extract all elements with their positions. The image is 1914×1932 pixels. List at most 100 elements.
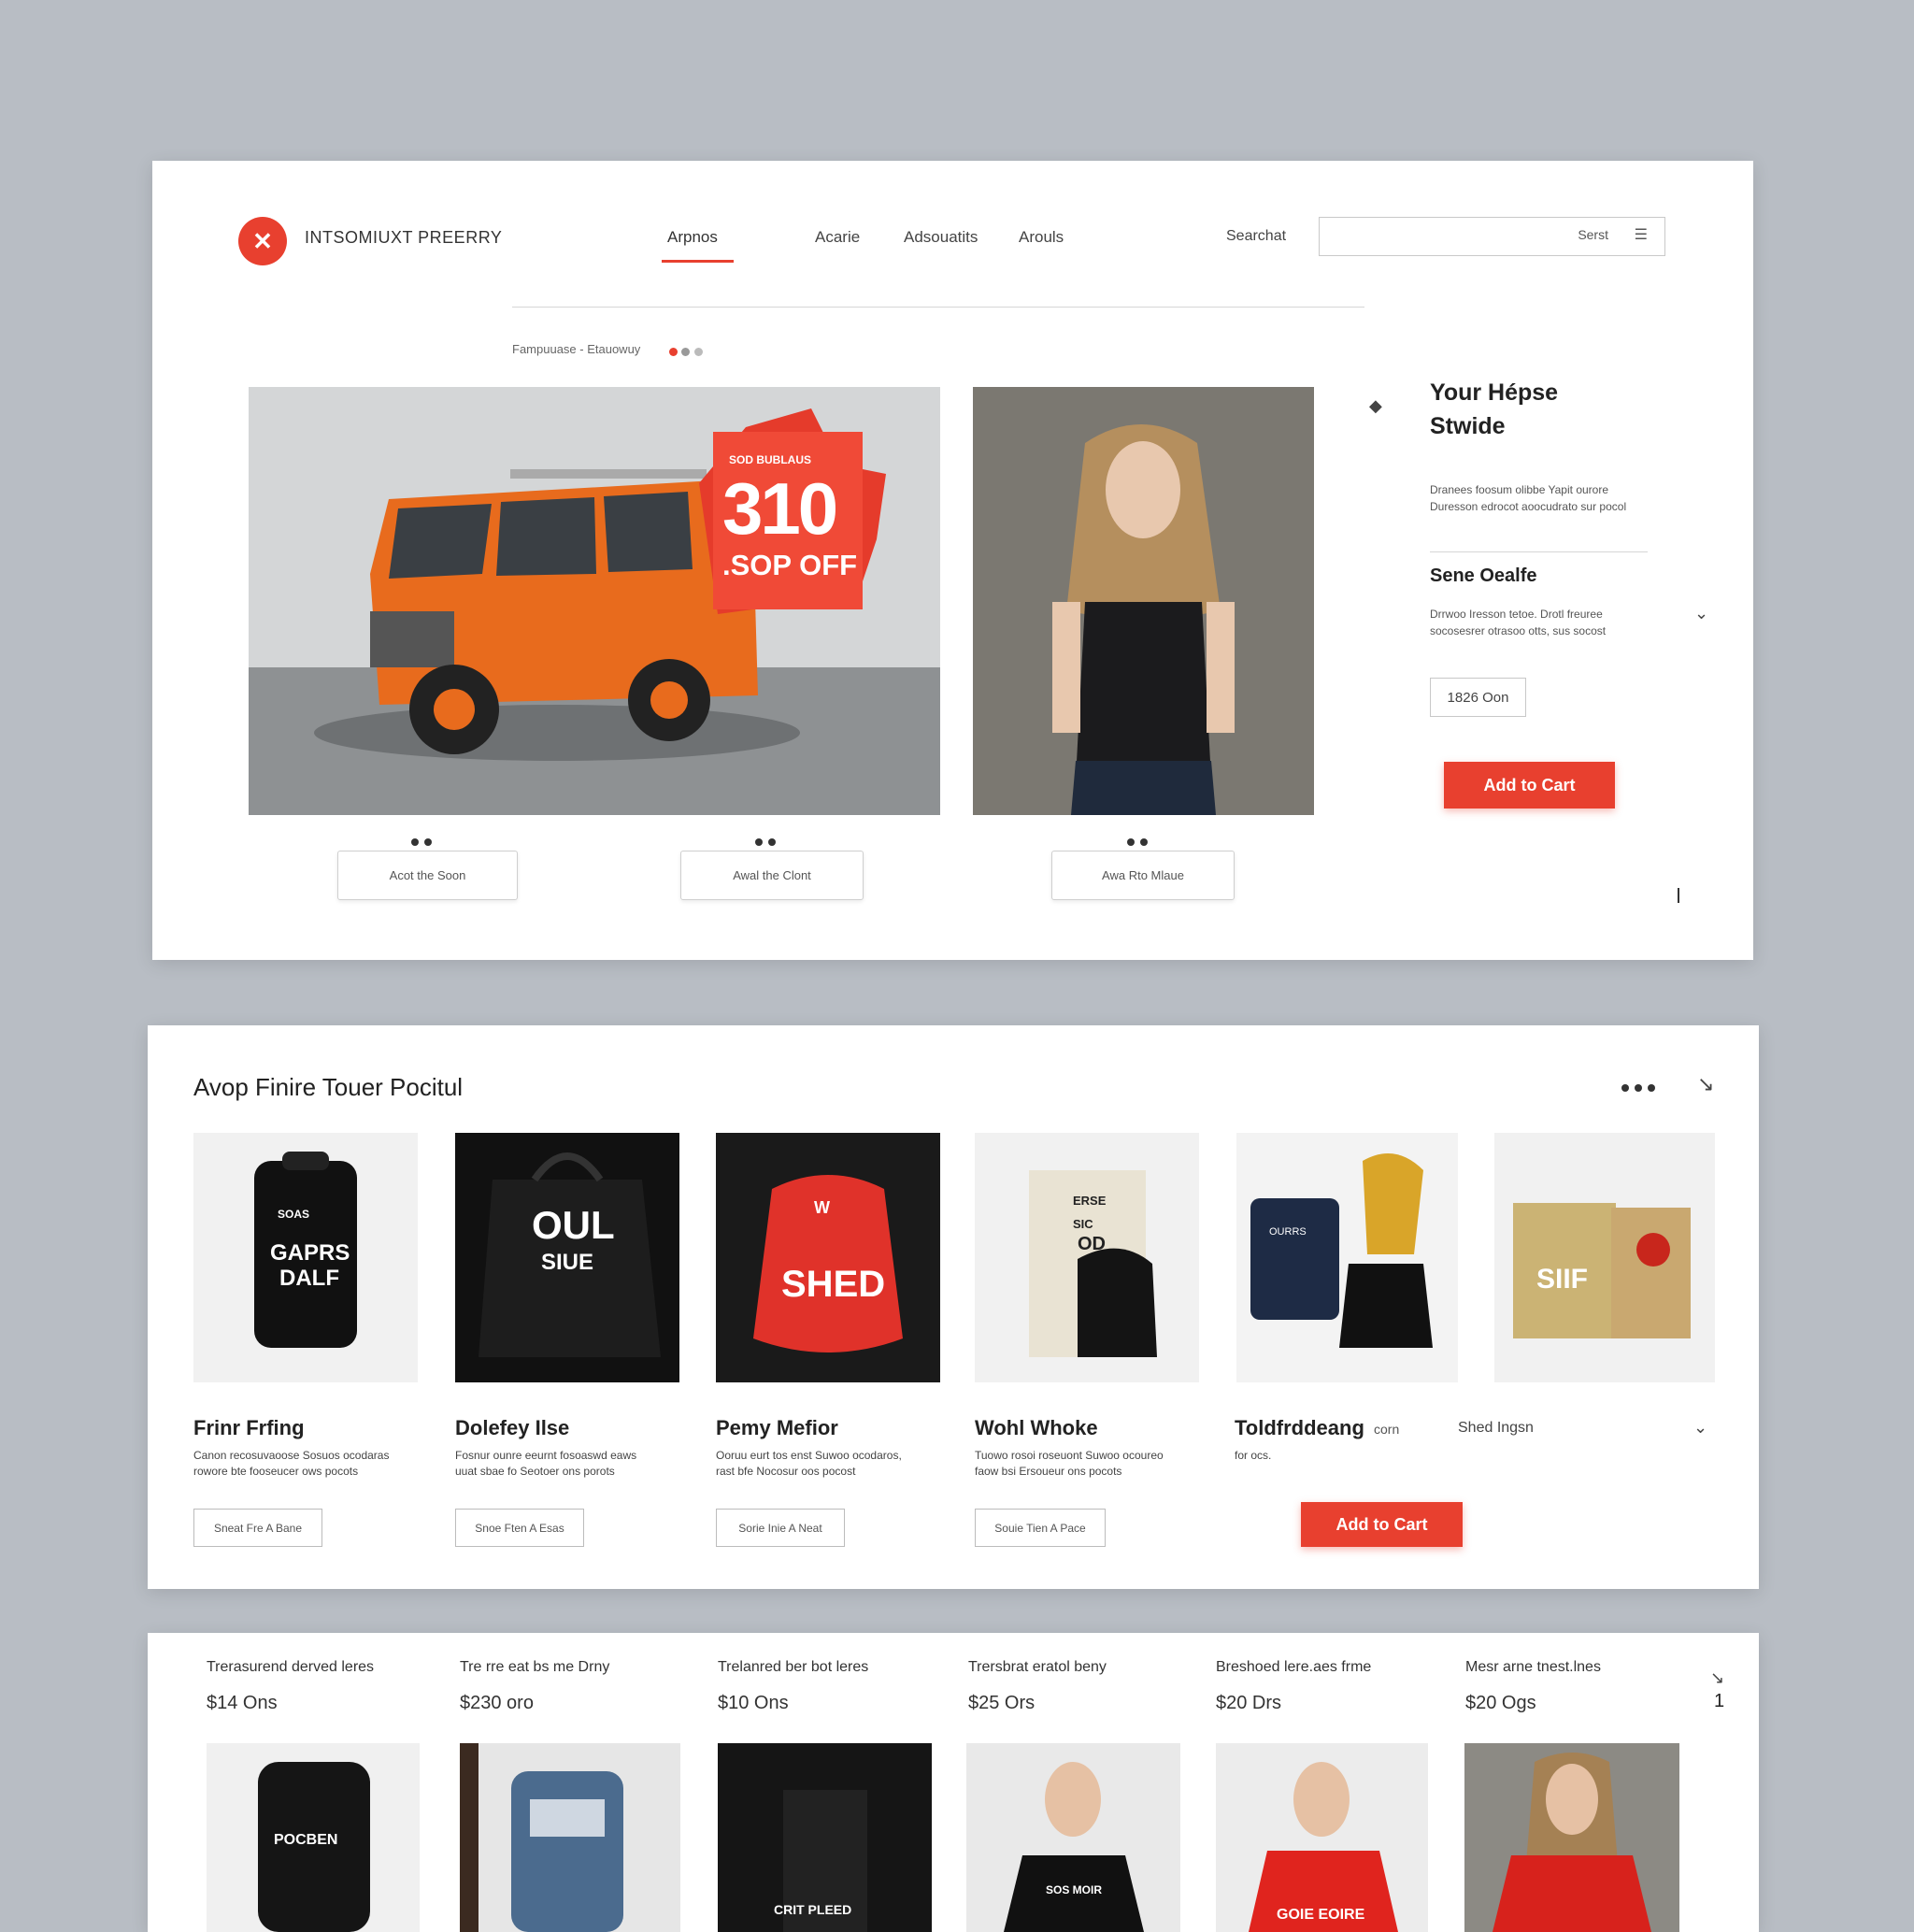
listing-price-4: $20 Drs <box>1216 1693 1282 1713</box>
promo-small-text: SOD BUBLAUS <box>729 453 812 466</box>
listing-panel: Trerasurend derved leres $14 Ons Tre rre… <box>148 1633 1759 1932</box>
listing-image-3-text: SOS MOIR <box>1046 1883 1103 1896</box>
product-image-3-line2: OD <box>1078 1234 1106 1254</box>
sidebar-text-1: Dranees foosum olibbe Yapit ourore Dures… <box>1430 483 1627 513</box>
nav-item-3[interactable]: Arouls <box>1019 228 1064 247</box>
product-image-2[interactable]: W SHED <box>716 1133 940 1382</box>
listing-image-2-text: CRIT PLEED <box>774 1902 852 1917</box>
carousel-indicator[interactable] <box>669 344 703 361</box>
listing-name-5[interactable]: Mesr arne tnest.lnes <box>1465 1659 1601 1676</box>
hero-button-0[interactable]: Acot the Soon <box>337 851 518 900</box>
pager-dots <box>408 834 435 851</box>
product-image-1-line1: OUL <box>532 1203 615 1247</box>
product-name-0[interactable]: Frinr Frfing <box>193 1416 305 1440</box>
quantity-field[interactable]: 1826 Oon <box>1430 678 1526 717</box>
nav-item-2[interactable]: Adsouatits <box>904 228 978 247</box>
search-button-label[interactable]: Serst <box>1578 227 1608 242</box>
sidebar-divider <box>1430 551 1648 552</box>
listing-name-4[interactable]: Breshoed lere.aes frme <box>1216 1659 1371 1676</box>
product-extra-5: Shed Ingsn <box>1458 1420 1534 1436</box>
brand-logo-icon[interactable]: ✕ <box>238 217 287 265</box>
hero-panel: ✕ INTSOMIUXT PREERRY Arpnos Acarie Adsou… <box>152 161 1753 960</box>
product-image-1-line2: SIUE <box>541 1250 594 1275</box>
sidebar-text-2: Drrwoo Iresson tetoe. Drotl freuree soco… <box>1430 608 1607 637</box>
listing-name-3[interactable]: Trersbrat eratol beny <box>968 1659 1107 1676</box>
pager-dots <box>752 834 778 851</box>
listing-name-2[interactable]: Trelanred ber bot leres <box>718 1659 868 1676</box>
add-to-cart-button[interactable]: Add to Cart <box>1444 762 1615 809</box>
promo-off-text: .SOP OFF <box>722 549 858 581</box>
product-button-2[interactable]: Sorie Inie A Neat <box>716 1509 845 1547</box>
listing-name-0[interactable]: Trerasurend derved leres <box>207 1659 374 1676</box>
listing-image-5[interactable] <box>1464 1743 1679 1932</box>
chevron-down-icon[interactable]: ⌄ <box>1694 604 1708 623</box>
product-image-2-line1: SHED <box>781 1264 886 1305</box>
product-name-3[interactable]: Wohl Whoke <box>975 1416 1098 1440</box>
product-name-2[interactable]: Pemy Mefior <box>716 1416 838 1440</box>
listing-image-0-text: POCBEN <box>274 1832 338 1848</box>
nav-active-underline <box>662 260 734 263</box>
product-image-0-line1: GAPRS <box>270 1240 350 1266</box>
sidebar-title: Your Hépse Stwide <box>1430 379 1559 439</box>
promo-big-number: 310 <box>722 467 838 550</box>
product-image-5[interactable]: SIIF <box>1494 1133 1715 1382</box>
sidebar-subtitle: Sene Oealfe <box>1430 565 1537 586</box>
product-image-2-top: W <box>814 1198 830 1217</box>
carousel-dot[interactable] <box>681 348 691 356</box>
collapse-icon[interactable]: ↘ <box>1710 1668 1724 1688</box>
product-image-3-line1: SIC <box>1073 1217 1093 1231</box>
product-button-1[interactable]: Snoe Ften A Esas <box>455 1509 584 1547</box>
product-desc-0: Canon recosuvaoose Sosuos ocodaras rowor… <box>193 1449 390 1478</box>
product-image-4-line1: OURRS <box>1269 1226 1307 1238</box>
product-desc-2: Ooruu eurt tos enst Suwoo ocodaros, rast… <box>716 1449 902 1478</box>
hero-button-1[interactable]: Awal the Clont <box>680 851 864 900</box>
listing-price-3: $25 Ors <box>968 1693 1036 1713</box>
product-image-3-top: ERSE <box>1073 1194 1107 1208</box>
add-to-cart-button-secondary[interactable]: Add to Cart <box>1301 1502 1463 1547</box>
product-desc-4: for ocs. <box>1235 1449 1272 1462</box>
listing-name-1[interactable]: Tre rre eat bs me Drny <box>460 1659 609 1676</box>
product-name-1[interactable]: Dolefey Ilse <box>455 1416 569 1440</box>
product-name-4[interactable]: Toldfrddeang <box>1235 1416 1364 1440</box>
product-button-0[interactable]: Sneat Fre A Bane <box>193 1509 322 1547</box>
scroll-marker <box>1678 888 1679 903</box>
brand-name: INTSOMIUXT PREERRY <box>305 228 503 247</box>
listing-price-1: $230 oro <box>460 1693 534 1713</box>
product-image-1[interactable]: OUL SIUE <box>455 1133 679 1382</box>
carousel-dot[interactable] <box>693 348 703 356</box>
search-input[interactable]: Serst ☰ <box>1319 217 1665 256</box>
product-button-3[interactable]: Souie Tien A Pace <box>975 1509 1106 1547</box>
hero-button-2[interactable]: Awa Rto Mlaue <box>1051 851 1235 900</box>
listing-image-1[interactable] <box>460 1743 680 1932</box>
product-image-3[interactable]: ERSE SIC OD <box>975 1133 1199 1382</box>
filter-icon[interactable]: ☰ <box>1635 225 1648 244</box>
listing-image-4-text: GOIE EOIRE <box>1277 1907 1365 1923</box>
product-image-4[interactable]: OURRS <box>1236 1133 1458 1382</box>
nav-item-1[interactable]: Acarie <box>815 228 860 247</box>
product-image-0-line2: DALF <box>279 1266 339 1291</box>
listing-image-3[interactable]: SOS MOIR <box>966 1743 1180 1932</box>
nav-item-0[interactable]: Arpnos <box>667 228 718 247</box>
pager-dots <box>1124 834 1150 851</box>
listing-image-4[interactable]: GOIE EOIRE <box>1216 1743 1428 1932</box>
more-options-icon[interactable] <box>1619 1080 1658 1096</box>
chevron-down-icon[interactable]: ⌄ <box>1693 1418 1707 1438</box>
expand-icon[interactable]: ↘ <box>1697 1072 1714 1096</box>
page-number: 1 <box>1714 1691 1725 1711</box>
product-image-0-top: SOAS <box>278 1208 310 1221</box>
product-image-0[interactable]: SOAS GAPRS DALF <box>193 1133 418 1382</box>
listing-image-2[interactable]: CRIT PLEED <box>718 1743 932 1932</box>
header-divider <box>512 307 1364 308</box>
product-extra-4: corn <box>1374 1422 1400 1437</box>
promo-badge[interactable]: SOD BUBLAUS 310 .SOP OFF <box>699 408 905 633</box>
products-panel: Avop Finire Touer Pocitul ↘ SOAS GAPRS D… <box>148 1025 1759 1589</box>
carousel-dot-active[interactable] <box>669 348 678 356</box>
listing-image-0[interactable]: POCBEN <box>207 1743 420 1932</box>
product-image-5-line1: SIIF <box>1536 1264 1589 1295</box>
hero-model-image <box>973 387 1314 815</box>
breadcrumb: Fampuuase - Etauowuy <box>512 342 641 356</box>
search-label: Searchat <box>1226 228 1287 244</box>
listing-price-0: $14 Ons <box>207 1693 278 1713</box>
product-desc-1: Fosnur ounre eeurnt fosoaswd eaws uuat s… <box>455 1449 637 1478</box>
product-desc-3: Tuowo rosoi roseuont Suwoo ocoureo faow … <box>975 1449 1164 1478</box>
